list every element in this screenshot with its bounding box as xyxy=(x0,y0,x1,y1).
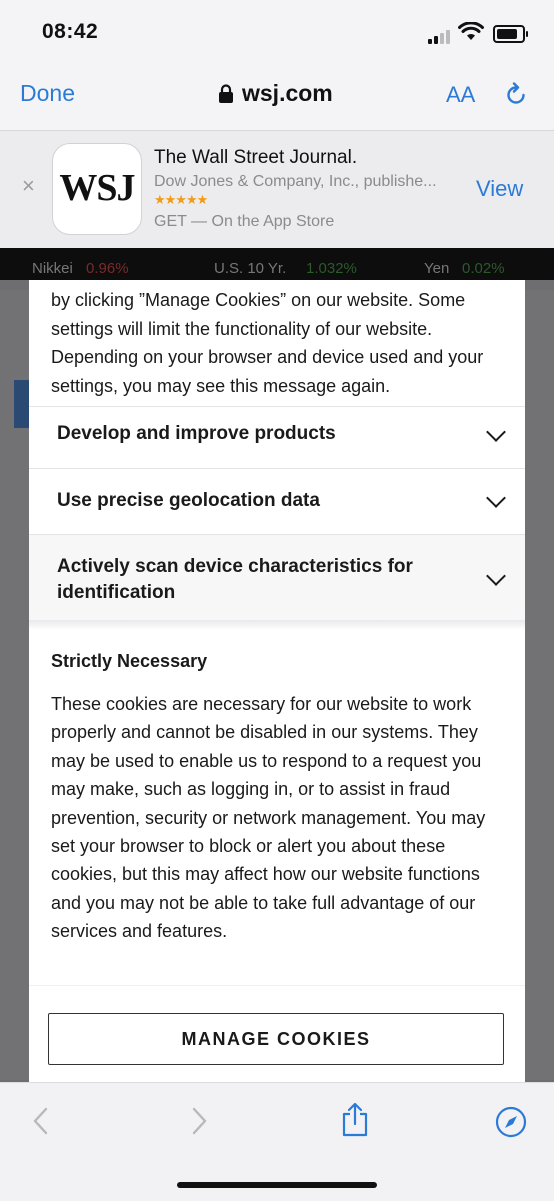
done-button[interactable]: Done xyxy=(20,80,75,107)
ticker-name: Yen xyxy=(424,260,450,277)
battery-icon xyxy=(493,25,528,43)
forward-icon[interactable] xyxy=(190,1106,208,1141)
compass-icon[interactable] xyxy=(495,1106,527,1143)
chevron-down-icon xyxy=(486,566,506,586)
cookie-modal xyxy=(29,280,525,1081)
share-icon[interactable] xyxy=(340,1102,370,1143)
accordion-label: Actively scan device characteristics for… xyxy=(57,556,413,603)
accordion-label: Develop and improve products xyxy=(57,423,336,444)
view-button[interactable]: View xyxy=(476,176,523,202)
app-logo-text: WSJ xyxy=(59,167,135,209)
wifi-icon xyxy=(458,21,484,47)
accordion-develop-products[interactable]: Develop and improve products xyxy=(29,406,525,469)
page-right-strip xyxy=(525,290,554,1080)
reload-icon[interactable] xyxy=(503,82,529,113)
cookie-intro-text: by clicking ”Manage Cookies” on our webs… xyxy=(51,290,484,396)
ticker-value: 0.96% xyxy=(86,260,129,277)
app-name: The Wall Street Journal. xyxy=(154,147,358,168)
accordion-label: Use precise geolocation data xyxy=(57,490,320,511)
ticker-value: 1.032% xyxy=(306,260,357,277)
accordion-geolocation[interactable]: Use precise geolocation data xyxy=(29,468,525,535)
text-size-button[interactable]: AA xyxy=(446,82,475,108)
section-title: Strictly Necessary xyxy=(51,651,208,671)
chevron-down-icon xyxy=(486,488,506,508)
app-store-label: GET — On the App Store xyxy=(154,213,335,230)
home-indicator xyxy=(177,1182,377,1188)
ticker-name: U.S. 10 Yr. xyxy=(214,260,287,277)
manage-cookies-button[interactable]: MANAGE COOKIES xyxy=(48,1013,504,1065)
accordion-scan-device[interactable]: Actively scan device characteristics for… xyxy=(29,534,525,621)
lock-icon xyxy=(218,84,234,109)
ticker-value: 0.02% xyxy=(462,260,505,277)
ticker-name: Nikkei xyxy=(32,260,73,277)
url-field[interactable]: wsj.com xyxy=(242,80,333,107)
status-time: 08:42 xyxy=(42,20,99,43)
section-description: These cookies are necessary for our webs… xyxy=(51,694,486,942)
close-icon[interactable]: × xyxy=(22,173,35,199)
chevron-down-icon xyxy=(486,422,506,442)
page-blue-block xyxy=(14,380,29,428)
signal-icon xyxy=(428,26,452,44)
back-icon[interactable] xyxy=(32,1106,50,1141)
app-publisher: Dow Jones & Company, Inc., publishe... xyxy=(154,173,437,190)
star-rating: ★★★★★ xyxy=(154,192,208,207)
market-ticker: Nikkei 0.96% U.S. 10 Yr. 1.032% Yen 0.02… xyxy=(0,248,554,280)
section-divider xyxy=(29,620,525,630)
